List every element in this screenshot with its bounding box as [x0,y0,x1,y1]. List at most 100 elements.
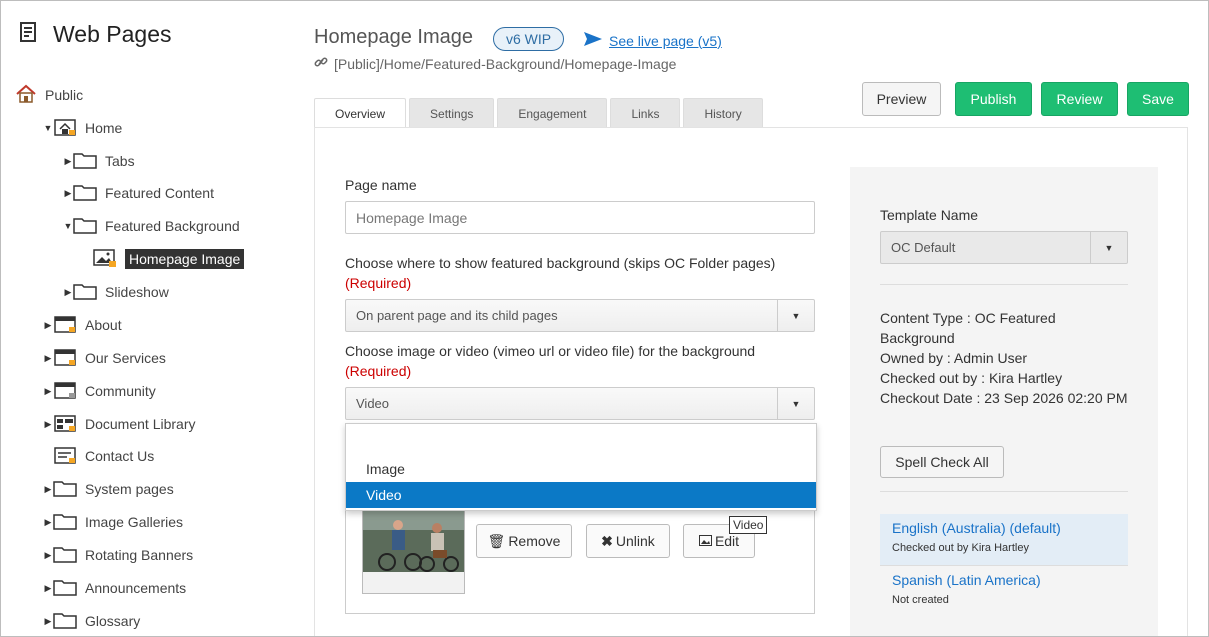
media-type-dropdown: Image Video [345,423,817,511]
tree-label: Home [85,120,123,136]
folder-icon [73,151,97,172]
language-item-english[interactable]: English (Australia) (default) Checked ou… [880,514,1128,566]
live-link-label: See live page (v5) [609,32,722,49]
tree-item-slideshow[interactable]: ▶ Slideshow [63,280,169,304]
folder-icon [53,545,77,566]
breadcrumb: [Public]/Home/Featured-Background/Homepa… [314,55,676,72]
expand-down-icon[interactable]: ▼ [63,221,73,231]
tree-item-about[interactable]: ▶ About [43,313,122,337]
publish-button[interactable]: Publish [955,82,1032,116]
tree-label: Homepage Image [125,249,245,269]
tooltip: Video [729,516,768,534]
language-item-spanish[interactable]: Spanish (Latin America) Not created [880,566,1128,618]
template-value: OC Default [891,240,956,255]
expand-right-icon[interactable]: ▶ [43,320,53,331]
tree-item-image-galleries[interactable]: ▶ Image Galleries [43,510,183,534]
checked-out-by: Checked out by : Kira Hartley [880,370,1063,386]
image-page-icon [93,248,117,271]
see-live-page-link[interactable]: See live page (v5) [583,31,722,50]
breadcrumb-path: [Public]/Home/Featured-Background/Homepa… [334,55,677,72]
tree-item-featured-content[interactable]: ▶ Featured Content [63,181,214,205]
page-icon [53,314,77,337]
dropdown-option-empty[interactable] [346,430,816,456]
expand-right-icon[interactable]: ▶ [43,386,53,397]
tree-label: Featured Background [105,218,240,234]
tab-bar: Overview Settings Engagement Links Histo… [314,98,763,128]
remove-button[interactable]: 🗑 Remove [476,524,572,558]
web-pages-icon [19,21,39,48]
expand-right-icon[interactable]: ▶ [63,188,73,199]
tree-label: System pages [85,481,174,497]
expand-right-icon[interactable]: ▶ [43,550,53,561]
tree-item-system-pages[interactable]: ▶ System pages [43,477,174,501]
folder-icon [53,512,77,533]
spell-check-all-button[interactable]: Spell Check All [880,446,1004,478]
expand-right-icon[interactable]: ▶ [43,517,53,528]
tree-label: Contact Us [85,448,155,464]
tree-item-contact-us[interactable]: Contact Us [53,444,154,468]
page-name-label: Page name [345,177,417,193]
checkout-date: Checkout Date : 23 Sep 2026 02:20 PM [880,390,1128,406]
review-button[interactable]: Review [1041,82,1118,116]
expand-right-icon[interactable]: ▶ [43,419,53,430]
show-bg-value: On parent page and its child pages [356,308,558,323]
tree-item-public[interactable]: Public [15,83,83,107]
tree-label: Tabs [105,153,135,169]
save-button[interactable]: Save [1127,82,1189,116]
template-select[interactable]: OC Default ▼ [880,231,1128,264]
tree-label: Slideshow [105,284,169,300]
media-type-select[interactable]: Video ▼ [345,387,815,420]
preview-button[interactable]: Preview [862,82,941,116]
expand-right-icon[interactable]: ▶ [43,583,53,594]
remove-label: Remove [508,533,561,549]
unlink-button[interactable]: ✖ Unlink [586,524,670,558]
tab-settings[interactable]: Settings [409,98,495,128]
dropdown-option-image[interactable]: Image [346,456,816,482]
tab-overview[interactable]: Overview [314,98,407,128]
expand-down-icon[interactable]: ▼ [43,123,53,133]
expand-right-icon[interactable]: ▶ [63,156,73,167]
expand-right-icon[interactable]: ▶ [43,616,53,627]
language-name: Spanish (Latin America) [892,572,1041,588]
expand-right-icon[interactable]: ▶ [43,353,53,364]
show-bg-select[interactable]: On parent page and its child pages ▼ [345,299,815,332]
tree-item-community[interactable]: ▶ Community [43,379,156,403]
dropdown-option-video[interactable]: Video [346,482,816,508]
tab-links[interactable]: Links [610,98,681,128]
tree-label: Glossary [85,613,141,629]
form-page-icon [53,445,77,468]
page-icon [53,347,77,370]
link-icon [314,55,328,72]
caret-down-icon[interactable]: ▼ [777,300,814,331]
show-bg-label: Choose where to show featured background… [345,255,776,271]
page-info-panel: Template Name OC Default ▼ Content Type … [850,167,1158,636]
folder-icon [53,611,77,632]
tab-history[interactable]: History [683,98,763,128]
caret-down-icon[interactable]: ▼ [1090,232,1127,263]
expand-right-icon[interactable]: ▶ [43,484,53,495]
language-status: Checked out by Kira Hartley [892,542,1029,554]
tree-item-document-library[interactable]: ▶ Document Library [43,412,196,436]
main-content: Homepage Image v6 WIP See live page (v5)… [301,1,1208,636]
language-status: Not created [892,594,949,606]
tree-item-featured-background[interactable]: ▼ Featured Background [63,214,240,238]
version-badge: v6 WIP [493,27,565,51]
tree-item-glossary[interactable]: ▶ Glossary [43,609,140,633]
tree-item-our-services[interactable]: ▶ Our Services [43,346,166,370]
tree-label: Document Library [85,416,196,432]
expand-right-icon[interactable]: ▶ [63,287,73,298]
tree-label: Image Galleries [85,514,184,530]
tab-engagement[interactable]: Engagement [497,98,608,128]
tree-item-tabs[interactable]: ▶ Tabs [63,149,135,173]
page-name-field[interactable]: Homepage Image [345,201,815,234]
owned-by: Owned by : Admin User [880,350,1028,366]
tree-label: Announcements [85,580,187,596]
tree-item-homepage-image[interactable]: Homepage Image [93,247,245,271]
image-icon [698,533,712,549]
home-icon [15,84,37,107]
tree-item-home[interactable]: ▼ Home [43,116,122,140]
caret-down-icon[interactable]: ▼ [777,388,814,419]
tree-item-rotating-banners[interactable]: ▶ Rotating Banners [43,543,193,567]
tree-label: About [85,317,122,333]
tree-item-announcements[interactable]: ▶ Announcements [43,576,186,600]
